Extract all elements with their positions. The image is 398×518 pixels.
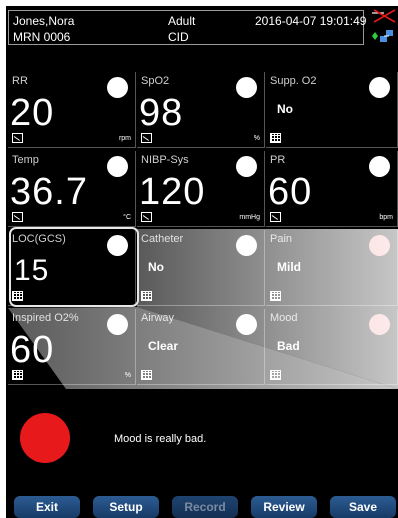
alarm-indicator: [20, 413, 70, 463]
datetime: 2016-04-07 19:01:49: [255, 14, 367, 28]
table-icon: [270, 291, 281, 301]
patient-category: Adult: [168, 14, 196, 28]
tile-spo2[interactable]: SpO2 98 %: [137, 72, 265, 148]
table-icon: [141, 370, 152, 380]
tile-value: Clear: [148, 339, 179, 353]
message-text: Mood is really bad.: [114, 433, 207, 445]
tile-value: Mild: [277, 260, 301, 274]
tile-unit: °C: [123, 214, 131, 221]
tile-pain[interactable]: Pain Mild: [266, 230, 398, 306]
alarm-status-dot: [369, 314, 390, 335]
monitor-screen: Jones,Nora MRN 0006 Adult CID 2016-04-07…: [6, 6, 398, 518]
alarm-status-dot: [369, 235, 390, 256]
patient-header: Jones,Nora MRN 0006 Adult CID 2016-04-07…: [6, 6, 398, 48]
patient-name: Jones,Nora: [13, 14, 75, 28]
table-icon: [141, 291, 152, 301]
tile-value: 120: [139, 171, 206, 213]
tile-rr[interactable]: RR 20 rpm: [8, 72, 136, 148]
selected-tile-frame: [9, 227, 139, 307]
record-button[interactable]: Record: [172, 496, 238, 518]
trend-icon: [270, 212, 281, 222]
table-icon: [12, 370, 23, 380]
tile-unit: rpm: [118, 135, 131, 142]
tile-supp-o2[interactable]: Supp. O2 No: [266, 72, 398, 148]
tile-label: Airway: [141, 312, 175, 324]
tile-unit: mmHg: [239, 214, 260, 221]
tile-temp[interactable]: Temp 36.7 °C: [8, 151, 136, 227]
alarm-status-dot: [369, 77, 390, 98]
tile-value: 36.7: [10, 171, 88, 213]
exit-button[interactable]: Exit: [14, 496, 80, 518]
tile-mood[interactable]: Mood Bad: [266, 309, 398, 385]
tile-unit: %: [124, 372, 131, 379]
power-plug-icon: [372, 32, 378, 40]
trend-icon: [12, 133, 23, 143]
tile-unit: bpm: [379, 214, 393, 221]
tile-label: Catheter: [141, 233, 184, 245]
tile-value: 98: [139, 92, 184, 134]
trend-icon: [141, 133, 152, 143]
alarm-status-dot: [236, 235, 257, 256]
alarm-status-dot: [236, 156, 257, 177]
alarm-status-dot: [107, 314, 128, 335]
tile-label: Inspired O2%: [12, 312, 79, 324]
alarm-status-dot: [107, 156, 128, 177]
tile-label: SpO2: [141, 75, 170, 87]
tile-label: NIBP-Sys: [141, 154, 189, 166]
tile-airway[interactable]: Airway Clear: [137, 309, 265, 385]
patient-mrn: MRN 0006: [13, 30, 71, 44]
message-panel: Mood is really bad.: [6, 389, 398, 489]
tile-value: No: [148, 260, 164, 274]
tile-inspired-o2[interactable]: Inspired O2% 60 %: [8, 309, 136, 385]
tile-label: PR: [270, 154, 286, 166]
alarm-status-dot: [107, 77, 128, 98]
setup-button[interactable]: Setup: [93, 496, 159, 518]
table-icon: [270, 133, 281, 143]
trend-icon: [141, 212, 152, 222]
table-icon: [270, 370, 281, 380]
save-button[interactable]: Save: [330, 496, 396, 518]
button-bar: Exit Setup Record Review Save: [6, 494, 398, 518]
review-button[interactable]: Review: [251, 496, 317, 518]
tile-unit: %: [253, 135, 260, 142]
alarm-status-dot: [369, 156, 390, 177]
tile-value: 60: [268, 171, 313, 213]
tile-label: Mood: [270, 312, 298, 324]
tile-catheter[interactable]: Catheter No: [137, 230, 265, 306]
tile-label: RR: [12, 75, 28, 87]
tile-value: 20: [10, 92, 55, 134]
tile-label: Pain: [270, 233, 293, 245]
tile-value: 60: [10, 329, 55, 371]
trend-icon: [12, 212, 23, 222]
tile-pr[interactable]: PR 60 bpm: [266, 151, 398, 227]
tile-nibp-sys[interactable]: NIBP-Sys 120 mmHg: [137, 151, 265, 227]
alarm-status-dot: [236, 77, 257, 98]
tile-label: Temp: [12, 154, 39, 166]
tile-value: Bad: [277, 339, 300, 353]
tile-value: No: [277, 102, 293, 116]
tile-label: Supp. O2: [270, 75, 317, 87]
alarm-status-dot: [236, 314, 257, 335]
cid-label: CID: [168, 30, 189, 44]
